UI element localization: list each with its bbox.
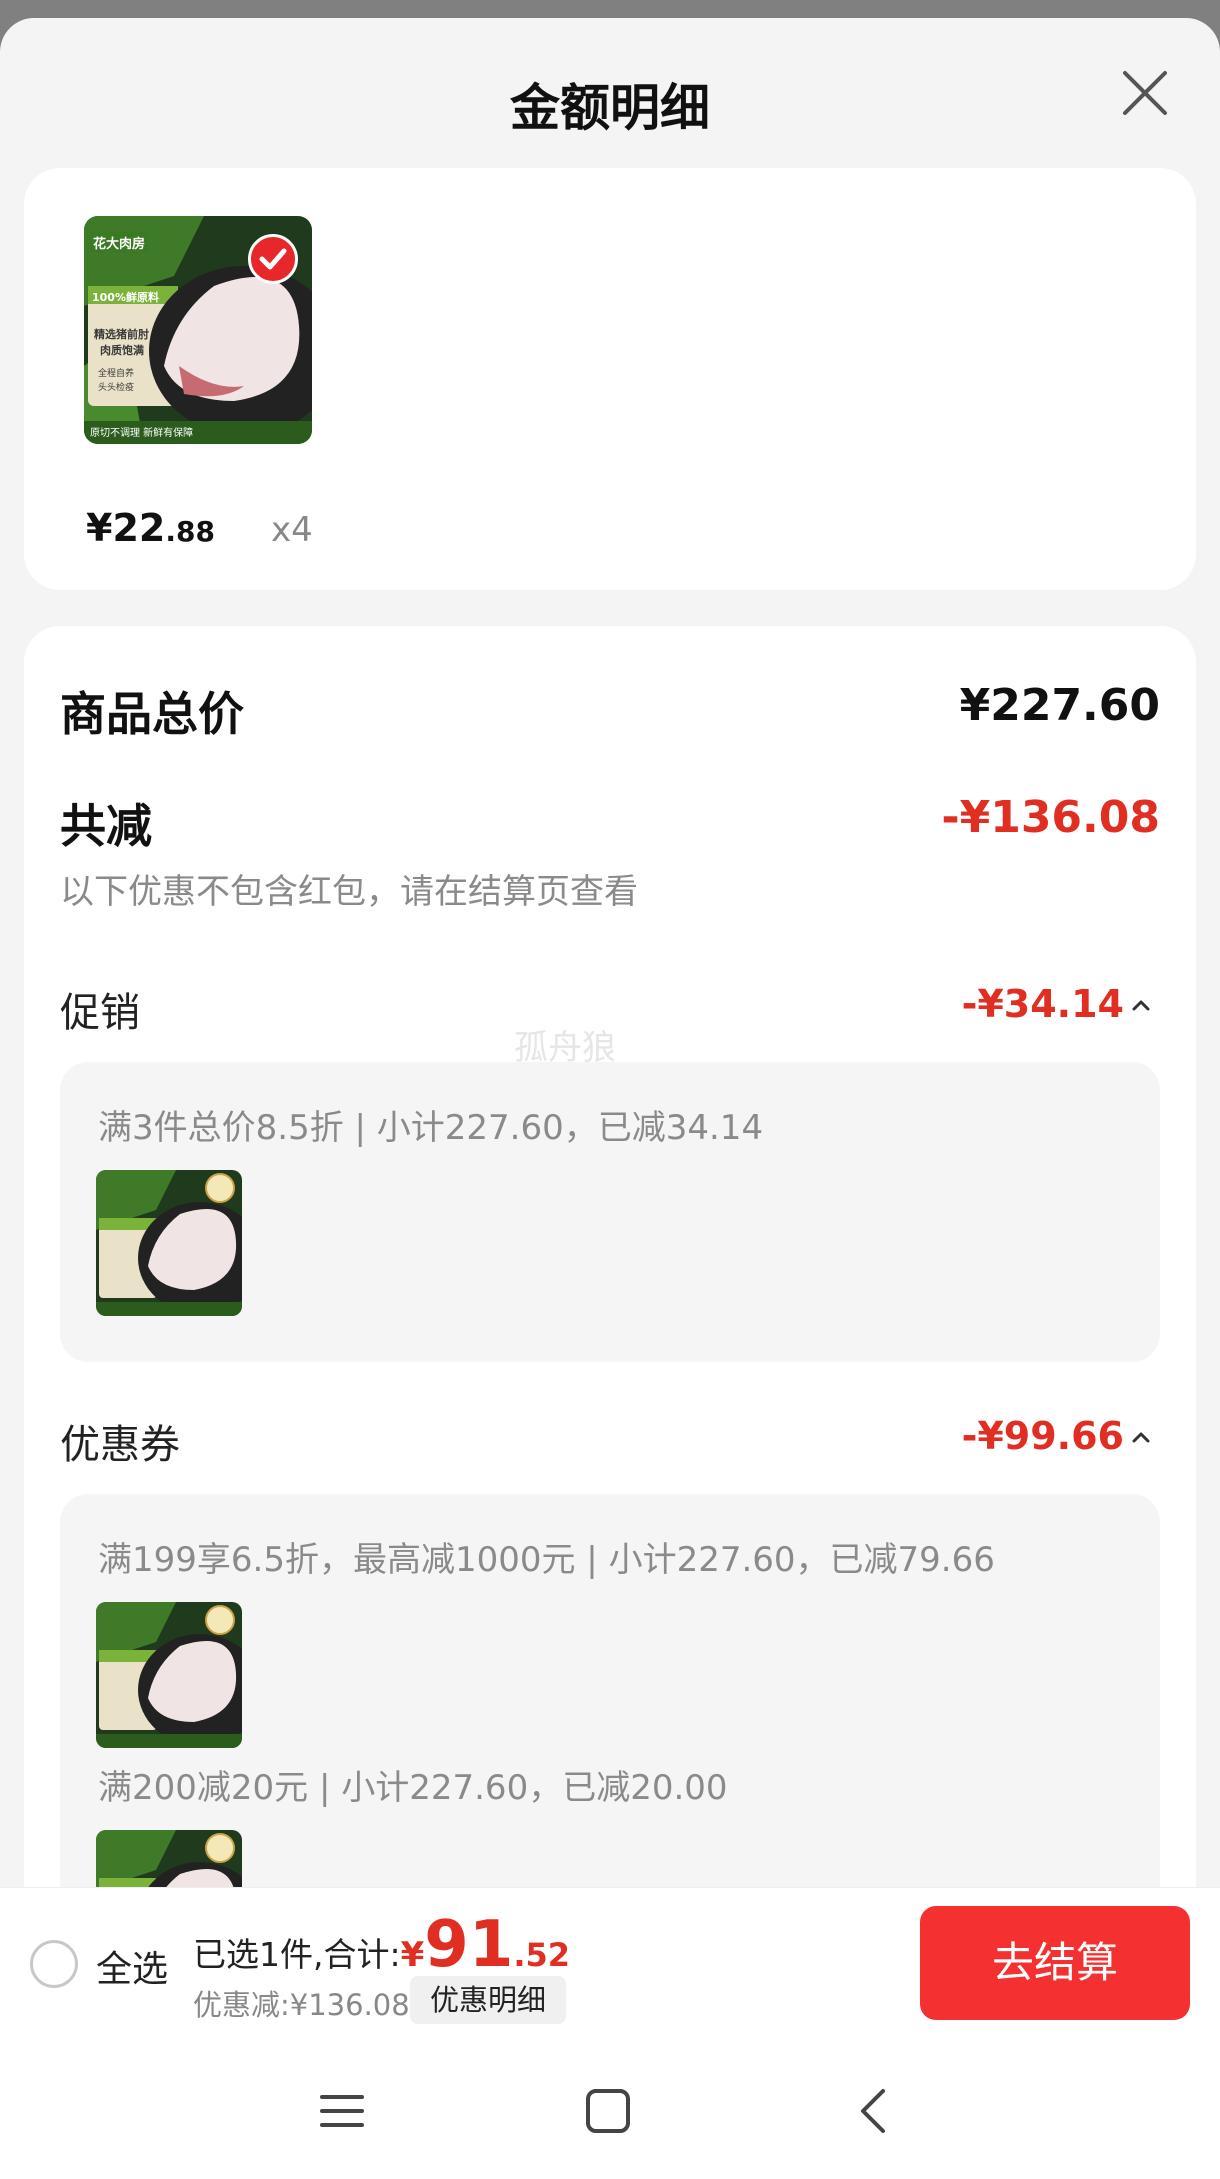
coupon-product-thumbnail [96,1602,242,1748]
promo-product-thumbnail [96,1170,242,1316]
close-button[interactable] [1120,68,1170,118]
coupon-item-text: 满200减20元 | 小计227.60，已减20.00 [98,1768,728,1808]
select-all-label[interactable]: 全选 [96,1940,168,1992]
discount-detail-button[interactable]: 优惠明细 [410,1976,567,2024]
check-badge-icon [259,248,287,270]
total-decimal: .52 [513,1936,571,1974]
package-text-3: 肉质饱满 [100,344,144,357]
checkout-bar: 全选 已选1件,合计:¥91.52 优惠减:¥136.08 优惠明细 去结算 [0,1887,1220,2037]
product-quantity: x4 [271,510,313,550]
back-nav-icon[interactable] [845,2081,905,2141]
total-reduce-value: -¥136.08 [941,792,1160,843]
chevron-up-icon[interactable] [1130,1426,1152,1448]
selected-check-badge[interactable] [248,234,298,284]
price-decimal: .88 [165,515,215,548]
total-price-label: 商品总价 [60,687,244,741]
coupon-label: 优惠券 [60,1422,180,1468]
price-currency: ¥ [86,506,113,550]
coupon-value[interactable]: -¥99.66 [962,1414,1124,1458]
selected-count-label: 已选1件,合计: [193,1935,401,1974]
package-text-5: 头头检疫 [98,383,135,393]
select-all-radio[interactable] [30,1940,78,1988]
coupon-item-text: 满199享6.5折，最高减1000元 | 小计227.60，已减79.66 [98,1540,995,1580]
discount-amount: 优惠减:¥136.08 [193,1988,410,2022]
package-text-6: 原切不调理 新鲜有保障 [90,428,194,439]
checkout-button[interactable]: 去结算 [920,1906,1190,2020]
total-price-value: ¥227.60 [959,680,1160,731]
total-main: 91 [424,1908,514,1982]
total-currency: ¥ [400,1935,425,1975]
promo-item-text: 满3件总价8.5折 | 小计227.60，已减34.14 [98,1108,764,1148]
home-nav-button[interactable] [578,2081,638,2141]
home-nav-icon[interactable] [578,2081,638,2141]
product-price: ¥22.88 [86,506,215,550]
amount-detail-sheet: 金额明细 花大肉房 100%鲜原料 精选猪前肘 肉质饱满 全程自养 头头检疫 原… [0,18,1220,2179]
brand-logo-text: 花大肉房 [90,232,149,253]
promo-detail-box: 满3件总价8.5折 | 小计227.60，已减34.14 [60,1062,1160,1362]
discount-note: 以下优惠不包含红包，请在结算页查看 [60,872,638,912]
close-icon[interactable] [1120,68,1170,118]
promo-value[interactable]: -¥34.14 [962,982,1124,1026]
package-text-1: 100%鲜原料 [92,291,159,304]
total-reduce-label: 共减 [60,799,152,853]
system-nav-bar [0,2037,1220,2179]
package-text-4: 全程自养 [98,369,135,379]
page-title: 金额明细 [510,79,710,137]
back-nav-button[interactable] [845,2081,905,2141]
price-main: 22 [112,506,166,550]
menu-nav-button[interactable] [312,2081,372,2141]
product-card: 花大肉房 100%鲜原料 精选猪前肘 肉质饱满 全程自养 头头检疫 原切不调理 … [24,168,1196,590]
package-text-2: 精选猪前肘 [94,328,149,341]
chevron-up-icon[interactable] [1130,994,1152,1016]
menu-nav-icon[interactable] [312,2081,372,2141]
header: 金额明细 [0,18,1220,168]
selected-summary: 已选1件,合计:¥91.52 [193,1908,570,1982]
promo-label: 促销 [60,990,140,1036]
product-image[interactable]: 花大肉房 100%鲜原料 精选猪前肘 肉质饱满 全程自养 头头检疫 原切不调理 … [84,216,312,444]
